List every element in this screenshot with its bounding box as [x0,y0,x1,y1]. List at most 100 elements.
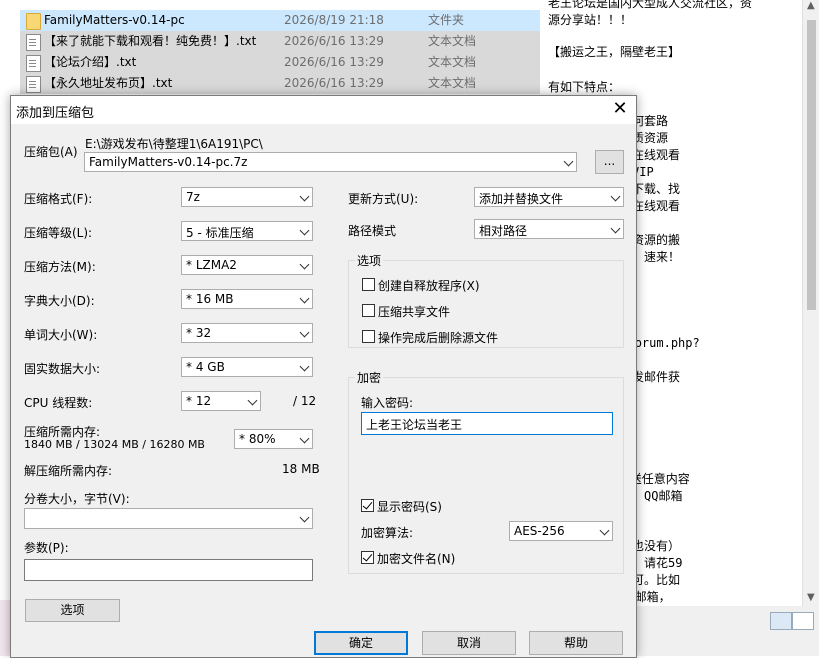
file-name: FamilyMatters-v0.14-pc [44,13,185,27]
level-value: 5 - 标准压缩 [186,226,254,240]
delete-source-checkbox[interactable] [362,330,375,343]
file-row[interactable]: 【论坛介绍】.txt 2026/6/16 13:29 文本文档 [20,52,540,73]
file-date: 2026/6/16 13:29 [284,55,384,69]
solid-value: * 4 GB [186,360,225,374]
file-type: 文本文档 [428,55,477,69]
file-type: 文本文档 [428,76,477,90]
scroll-up-icon[interactable]: ▲ [807,0,815,11]
file-row[interactable]: FamilyMatters-v0.14-pc 2026/8/19 21:18 文件夹 [20,10,540,31]
solid-select[interactable]: * 4 GB [181,357,313,377]
chevron-down-icon [599,525,610,536]
file-type: 文件夹 [428,13,465,27]
browse-button[interactable]: ... [595,150,624,174]
dict-label: 字典大小(D): [24,294,95,308]
encrypt-names-checkbox[interactable] [361,551,374,564]
scroll-down-icon[interactable]: ▼ [807,592,815,603]
shared-label[interactable]: 压缩共享文件 [378,303,450,320]
solid-label: 固实数据大小: [24,362,101,376]
word-select[interactable]: * 32 [181,323,313,343]
sfx-checkbox[interactable] [362,278,375,291]
text-file-icon [26,76,41,93]
update-select[interactable]: 添加并替换文件 [474,187,624,207]
volume-label: 分卷大小，字节(V): [24,492,130,506]
mem-percent-value: * 80% [239,432,276,446]
chevron-down-icon [299,512,310,523]
params-label: 参数(P): [24,541,69,555]
text-file-icon [26,55,41,72]
word-value: * 32 [186,326,212,340]
notepad-line: 老王论坛是国内大型成人交流社区，资 [548,0,753,10]
show-password-label[interactable]: 显示密码(S) [377,498,442,515]
close-icon[interactable]: ✕ [609,98,631,120]
level-select[interactable]: 5 - 标准压缩 [181,221,313,241]
archive-name-combo[interactable]: FamilyMatters-v0.14-pc.7z [84,152,577,172]
threads-max: / 12 [293,394,317,408]
path-mode-label: 路径模式 [348,224,397,238]
chevron-down-icon[interactable] [563,156,574,167]
password-input[interactable]: 上老王论坛当老王 [361,412,613,435]
format-select[interactable]: 7z [181,187,313,207]
options-group-title: 选项 [355,252,384,269]
params-input[interactable] [24,559,313,581]
options-button[interactable]: 选项 [25,599,120,622]
chevron-down-icon [299,293,310,304]
ok-button[interactable]: 确定 [314,631,408,655]
add-to-archive-dialog: 添加到压缩包 ✕ 压缩包(A) E:\游戏发布\待整理1\6A191\PC\ F… [10,95,637,658]
delete-source-label[interactable]: 操作完成后删除源文件 [378,329,498,346]
file-date: 2026/8/19 21:18 [284,13,384,27]
file-type: 文本文档 [428,34,477,48]
chevron-down-icon [610,191,621,202]
encryption-group-title: 加密 [355,369,384,386]
decomp-value: 18 MB [282,462,320,476]
shared-checkbox[interactable] [362,304,375,317]
notepad-scrollbar[interactable]: ▲ ▼ [802,0,819,606]
method-select[interactable]: * LZMA2 [181,255,313,275]
archive-name-value: FamilyMatters-v0.14-pc.7z [89,155,248,169]
details-view-icon[interactable] [770,612,792,630]
file-row[interactable]: 【来了就能下载和观看！纯免费！】.txt 2026/6/16 13:29 文本文档 [20,31,540,52]
file-name: 【永久地址发布页】.txt [44,76,173,90]
file-date: 2026/6/16 13:29 [284,34,384,48]
chevron-down-icon [299,327,310,338]
chevron-down-icon [247,395,258,406]
chevron-down-icon [610,223,621,234]
password-label: 输入密码: [361,396,414,410]
scrollbar-thumb[interactable] [807,20,816,310]
update-value: 添加并替换文件 [479,192,564,206]
format-label: 压缩格式(F): [24,192,93,206]
file-row[interactable]: 【永久地址发布页】.txt 2026/6/16 13:29 文本文档 [20,73,540,94]
cancel-button[interactable]: 取消 [422,631,516,655]
large-icons-view-icon[interactable] [792,612,814,630]
chevron-down-icon [299,259,310,270]
password-value: 上老王论坛当老王 [366,418,463,432]
encrypt-names-label[interactable]: 加密文件名(N) [377,550,455,567]
archive-path: E:\游戏发布\待整理1\6A191\PC\ [85,137,263,151]
algorithm-select[interactable]: AES-256 [509,521,613,541]
mem-values: 1840 MB / 13024 MB / 16280 MB [24,438,205,451]
file-name: 【论坛介绍】.txt [44,55,137,69]
threads-select[interactable]: * 12 [181,391,261,411]
level-label: 压缩等级(L): [24,226,93,240]
chevron-down-icon [299,225,310,236]
dict-select[interactable]: * 16 MB [181,289,313,309]
notepad-line: 【搬运之王，隔壁老王】 [548,45,681,59]
dialog-titlebar: 添加到压缩包 ✕ [11,96,636,124]
chevron-down-icon [299,433,310,444]
text-file-icon [26,34,41,51]
folder-icon [26,13,41,30]
mem-percent-select[interactable]: * 80% [234,429,313,449]
threads-value: * 12 [186,394,212,408]
help-button[interactable]: 帮助 [529,631,623,655]
show-password-checkbox[interactable] [361,499,374,512]
algorithm-label: 加密算法: [361,526,414,540]
options-group: 选项 创建自释放程序(X) 压缩共享文件 操作完成后删除源文件 [348,252,624,348]
encryption-group: 加密 输入密码: 上老王论坛当老王 显示密码(S) 加密算法: AES-256 … [348,369,624,574]
path-mode-select[interactable]: 相对路径 [474,219,624,239]
dialog-title: 添加到压缩包 [16,106,95,121]
algorithm-value: AES-256 [514,524,565,538]
sfx-label[interactable]: 创建自释放程序(X) [378,277,480,294]
path-mode-value: 相对路径 [479,224,528,238]
method-value: * LZMA2 [186,258,237,272]
volume-select[interactable] [24,508,313,529]
chevron-down-icon [299,191,310,202]
